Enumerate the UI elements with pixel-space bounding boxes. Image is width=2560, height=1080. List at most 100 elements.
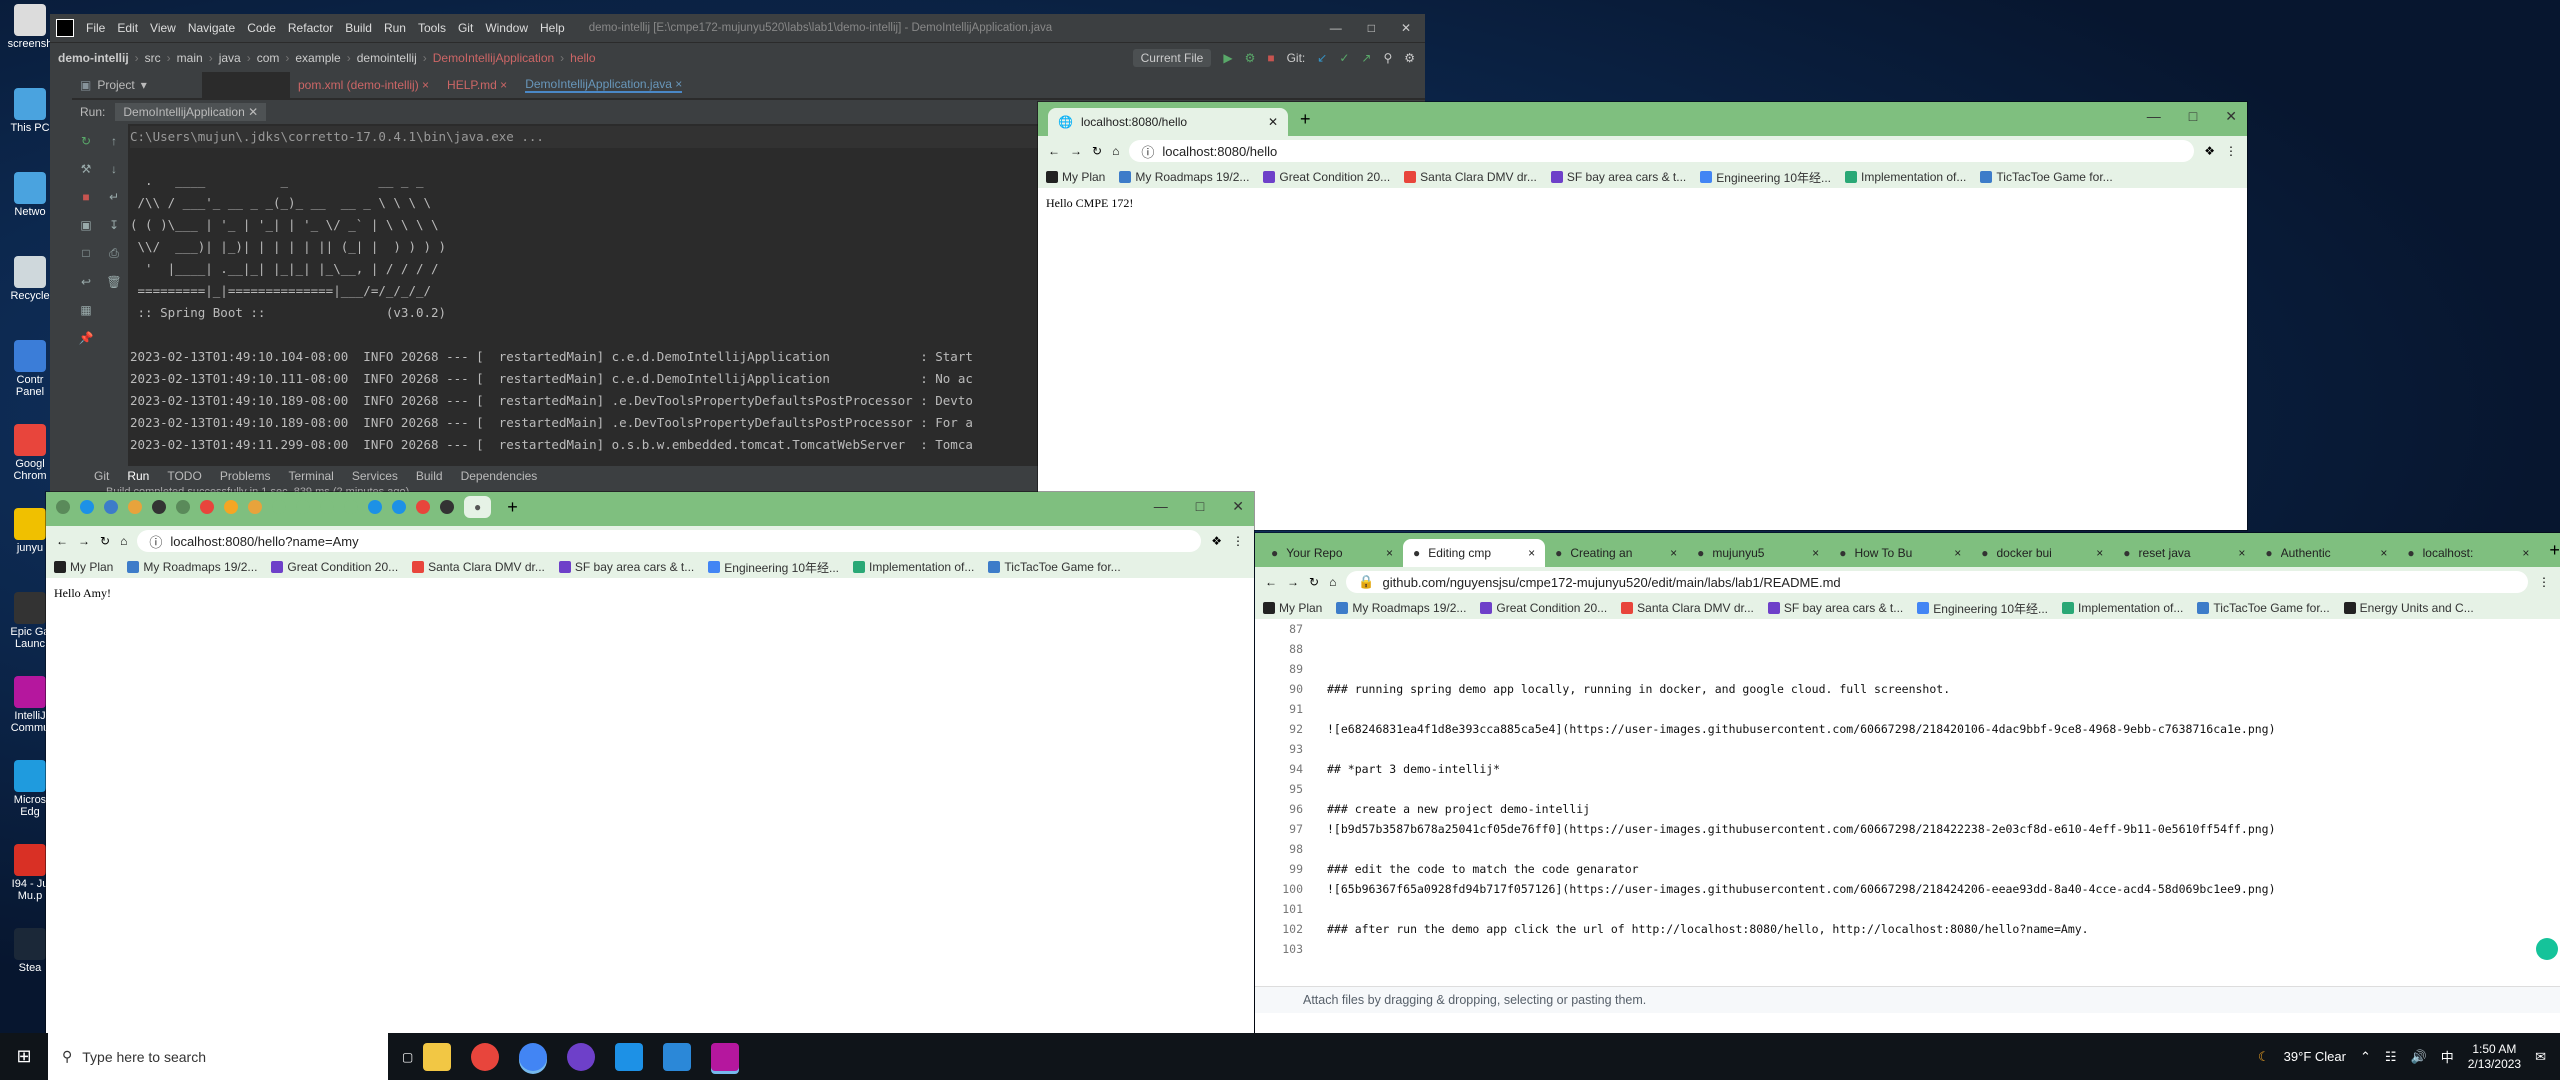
browser-tab[interactable]: ● mujunyu5 × xyxy=(1687,539,1829,567)
tab-favicon-icon[interactable] xyxy=(176,500,190,514)
ime-indicator[interactable]: 中 xyxy=(2441,1047,2454,1066)
bookmark-item[interactable]: SF bay area cars & t... xyxy=(1767,601,1903,615)
photos-icon[interactable] xyxy=(663,1042,692,1071)
tool-tab-build[interactable]: Build xyxy=(416,469,443,483)
bookmark-item[interactable]: Great Condition 20... xyxy=(1480,601,1607,615)
minimize-button[interactable]: — xyxy=(1330,21,1342,35)
extensions-icon[interactable]: ❖ xyxy=(2204,144,2215,158)
address-bar[interactable]: 🔒 github.com/nguyensjsu/cmpe172-mujunyu5… xyxy=(1346,571,2528,593)
run-config-select[interactable]: Current File xyxy=(1132,48,1212,67)
back-icon[interactable]: ← xyxy=(1048,144,1060,158)
close-tab-icon[interactable]: ✕ xyxy=(1268,115,1278,129)
bookmark-item[interactable]: Implementation of... xyxy=(1845,170,1966,184)
address-bar[interactable]: ⓘ localhost:8080/hello?name=Amy xyxy=(137,530,1202,552)
browser-tab[interactable]: ● Your Repo × xyxy=(1261,539,1403,567)
menu-item-git[interactable]: Git xyxy=(458,21,473,35)
menu-item-help[interactable]: Help xyxy=(540,21,565,35)
tab-favicon-icon[interactable] xyxy=(296,500,310,514)
minimize-button[interactable]: — xyxy=(2147,108,2161,125)
wrap-icon[interactable]: ↵ xyxy=(100,190,128,204)
breadcrumb-item[interactable]: DemoIntellijApplication xyxy=(433,51,554,65)
desktop-icon[interactable]: Contr Panel xyxy=(4,340,56,398)
menu-item-code[interactable]: Code xyxy=(247,21,276,35)
pin-icon[interactable]: 📌 xyxy=(72,331,100,345)
tab-favicon-icon[interactable] xyxy=(248,500,262,514)
exit-icon[interactable]: ↩ xyxy=(72,275,100,289)
git-push-icon[interactable]: ↗ xyxy=(1361,51,1371,65)
close-tab-icon[interactable]: × xyxy=(1954,546,1961,560)
menu-item-build[interactable]: Build xyxy=(345,21,372,35)
reload-icon[interactable]: ↻ xyxy=(100,534,110,548)
tab-favicon-icon[interactable] xyxy=(80,500,94,514)
tab-favicon-icon[interactable] xyxy=(344,500,358,514)
bookmark-item[interactable]: My Roadmaps 19/2... xyxy=(127,560,257,574)
editor-tab[interactable]: DemoIntellijApplication.java × xyxy=(525,77,683,93)
run-icon[interactable]: ▶ xyxy=(1223,51,1232,65)
close-tab-icon[interactable]: × xyxy=(2380,546,2387,560)
browser-tab[interactable]: ● Editing cmp × xyxy=(1403,539,1546,567)
volume-icon[interactable]: 🔊 xyxy=(2411,1049,2427,1065)
desktop-icon[interactable]: screensh xyxy=(4,4,56,50)
up-arrow-icon[interactable]: ↑ xyxy=(100,134,128,148)
breadcrumb-item[interactable]: example xyxy=(295,51,340,65)
desktop-icon[interactable]: Netwo xyxy=(4,172,56,218)
notification-icon[interactable]: ✉ xyxy=(2535,1049,2546,1065)
bookmark-item[interactable]: Engineering 10年经... xyxy=(708,559,839,576)
run-tab[interactable]: DemoIntellijApplication ✕ xyxy=(115,103,267,121)
tab-favicon-icon[interactable] xyxy=(440,500,454,514)
bookmark-item[interactable]: Santa Clara DMV dr... xyxy=(1404,170,1537,184)
maximize-button[interactable]: □ xyxy=(1368,21,1375,35)
chrome-icon[interactable] xyxy=(471,1042,500,1071)
close-tab-icon[interactable]: × xyxy=(1386,546,1393,560)
breadcrumb-item[interactable]: main xyxy=(177,51,203,65)
bookmark-item[interactable]: TicTacToe Game for... xyxy=(1980,170,2113,184)
docker-icon[interactable] xyxy=(615,1042,644,1071)
forward-icon[interactable]: → xyxy=(78,534,90,548)
tab-favicon-icon[interactable] xyxy=(416,500,430,514)
windows-start-icon[interactable]: ⊞ xyxy=(0,1046,48,1067)
browser-tab[interactable]: ● reset java × xyxy=(2113,539,2255,567)
task-view-icon[interactable]: ▢ xyxy=(402,1050,413,1064)
browser-tab[interactable]: ● Creating an × xyxy=(1545,539,1687,567)
breadcrumb-item[interactable]: demo-intellij xyxy=(58,51,129,65)
new-tab-button[interactable]: + xyxy=(1300,109,1311,130)
close-button[interactable]: ✕ xyxy=(2225,108,2237,125)
tab-favicon-icon[interactable] xyxy=(152,500,166,514)
bookmark-item[interactable]: My Plan xyxy=(1263,601,1322,615)
tab-hello[interactable]: 🌐 localhost:8080/hello ✕ xyxy=(1048,108,1288,136)
weather-icon[interactable]: ☾ xyxy=(2258,1049,2270,1065)
bookmark-item[interactable]: Great Condition 20... xyxy=(271,560,398,574)
bookmark-item[interactable]: Santa Clara DMV dr... xyxy=(1621,601,1754,615)
attach-files-area[interactable]: Attach files by dragging & dropping, sel… xyxy=(1255,986,2560,1013)
bookmark-item[interactable]: Implementation of... xyxy=(2062,601,2183,615)
tool-tab-run[interactable]: Run xyxy=(127,469,149,483)
bookmark-item[interactable]: Engineering 10年经... xyxy=(1917,600,2048,617)
run-console[interactable]: C:\Users\mujun\.jdks\corretto-17.0.4.1\b… xyxy=(130,126,1085,466)
menu-item-run[interactable]: Run xyxy=(384,21,406,35)
browser-tab[interactable]: ● docker bui × xyxy=(1971,539,2113,567)
network-icon[interactable]: ☷ xyxy=(2385,1049,2397,1065)
maximize-button[interactable]: □ xyxy=(1196,498,1204,515)
tab-favicon-icon[interactable] xyxy=(200,500,214,514)
git-commit-icon[interactable]: ✓ xyxy=(1339,51,1349,65)
bookmark-item[interactable]: My Roadmaps 19/2... xyxy=(1119,170,1249,184)
close-tab-icon[interactable]: × xyxy=(1812,546,1819,560)
bookmark-item[interactable]: TicTacToe Game for... xyxy=(2197,601,2330,615)
menu-item-edit[interactable]: Edit xyxy=(117,21,138,35)
back-icon[interactable]: ← xyxy=(1265,575,1277,589)
tab-favicon-icon[interactable] xyxy=(392,500,406,514)
home-icon[interactable]: ⌂ xyxy=(1112,144,1119,158)
scroll-end-icon[interactable]: ↧ xyxy=(100,218,128,232)
tool-tab-services[interactable]: Services xyxy=(352,469,398,483)
tab-favicon-icon[interactable] xyxy=(56,500,70,514)
settings-icon[interactable]: ⚙ xyxy=(1404,51,1415,65)
address-bar[interactable]: ⓘ localhost:8080/hello xyxy=(1129,140,2195,162)
forward-icon[interactable]: → xyxy=(1287,575,1299,589)
taskbar-search[interactable]: ⚲ Type here to search xyxy=(48,1033,388,1080)
menu-icon[interactable]: ⋮ xyxy=(2538,575,2550,589)
home-icon[interactable]: ⌂ xyxy=(1329,575,1336,589)
reload-icon[interactable]: ↻ xyxy=(1309,575,1319,589)
new-tab-button[interactable]: + xyxy=(2549,540,2560,561)
search-everywhere-icon[interactable]: ⚲ xyxy=(1383,51,1392,65)
markdown-editor[interactable]: 87 88 89 90 ### running spring demo app l… xyxy=(1255,619,2560,987)
